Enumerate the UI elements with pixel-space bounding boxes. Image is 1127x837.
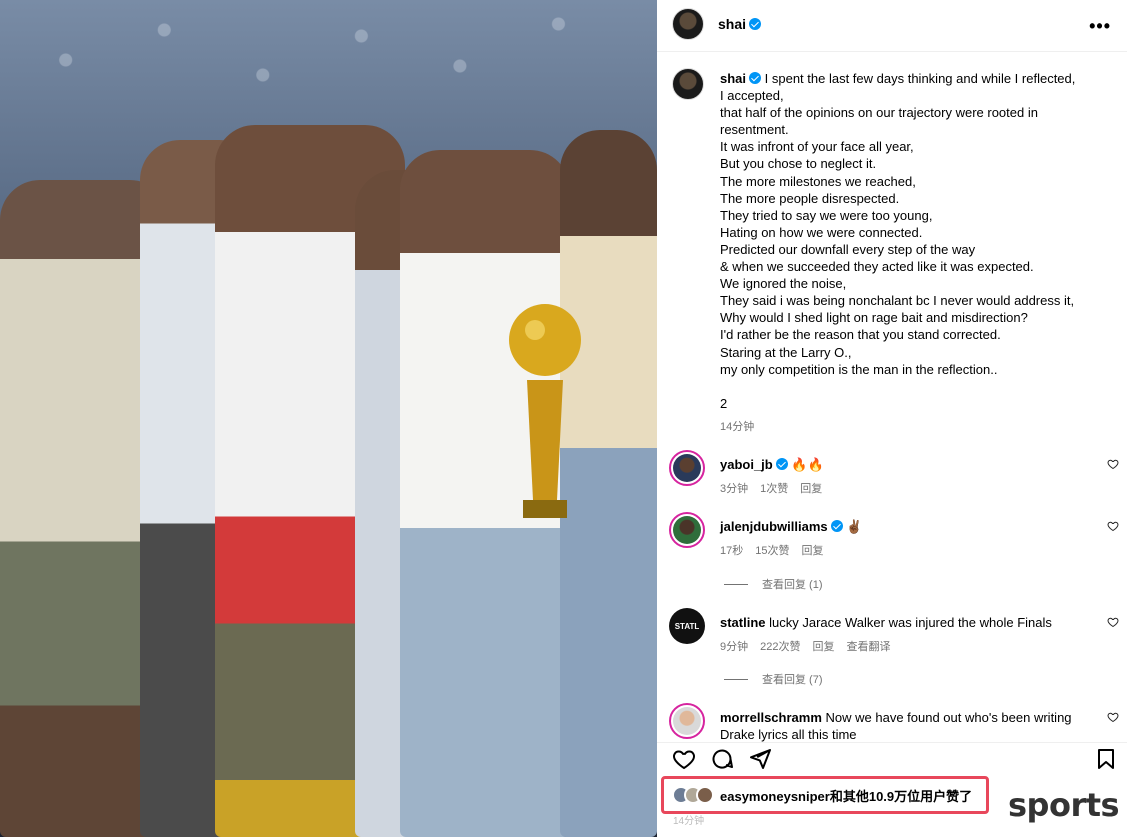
post-panel: shai ••• shai I spent the last few days … [657,0,1127,837]
post-actions [657,742,1127,774]
view-replies-button[interactable]: 查看回复 (7) [724,671,823,687]
comment-text: lucky Jarace Walker was injured the whol… [769,615,1052,630]
likes-text[interactable]: easymoneysniper和其他10.9万位用户赞了 [720,786,972,805]
comment: jalenjdubwilliams ✌🏾 17秒 15次赞 回复 [669,512,1119,562]
view-replies-button[interactable]: 查看回复 (1) [724,576,823,592]
comment-likes[interactable]: 1次赞 [760,483,788,495]
verified-icon [749,18,762,30]
comment-icon[interactable] [710,747,734,771]
liker-avatar [696,786,714,804]
trophy [505,300,585,520]
verified-icon [830,520,843,532]
reply-button[interactable]: 回复 [802,545,824,557]
verified-icon [775,458,788,470]
commenter-username[interactable]: jalenjdubwilliams [720,519,828,534]
heart-icon[interactable] [672,747,696,771]
author-avatar[interactable] [672,8,704,40]
watermark-logo: sports [1008,786,1120,824]
commenter-avatar[interactable]: STATL [669,608,705,644]
more-options-icon[interactable]: ••• [1089,16,1111,37]
caption-text: shai I spent the last few days thinking … [720,71,1076,377]
post-photo[interactable] [0,0,657,837]
caption-username[interactable]: shai [720,71,746,86]
reply-button[interactable]: 回复 [812,641,834,653]
commenter-username[interactable]: statline [720,615,766,630]
like-comment-icon[interactable] [1107,711,1119,723]
reply-divider [724,583,748,585]
comment: morrellschramm Now we have found out who… [669,703,1119,742]
like-comment-icon[interactable] [1107,520,1119,532]
commenter-avatar[interactable] [669,450,705,486]
comment-time: 17秒 [720,545,744,557]
comment-time: 9分钟 [720,641,749,653]
likes-summary[interactable]: easymoneysniper和其他10.9万位用户赞了 [661,776,989,814]
caption-number: 2 [720,396,728,411]
share-icon[interactable] [748,747,772,771]
translate-button[interactable]: 查看翻译 [846,641,890,653]
like-comment-icon[interactable] [1107,616,1119,628]
comment-text: 🔥🔥 [791,457,824,472]
commenter-avatar[interactable] [669,703,705,739]
caption-timestamp: 14分钟 [720,421,755,433]
verified-icon [749,72,762,84]
comment-text: ✌🏾 [846,519,863,534]
author-username[interactable]: shai [718,16,762,32]
comment: yaboi_jb 🔥🔥 3分钟 1次赞 回复 [669,450,1119,500]
comment-likes[interactable]: 222次赞 [760,641,800,653]
caption-avatar[interactable] [672,68,704,100]
reply-divider [724,678,748,680]
post-timestamp: 14分钟 [673,816,705,827]
comment-likes[interactable]: 15次赞 [755,545,789,557]
comment: STATL statline lucky Jarace Walker was i… [669,608,1119,658]
comment-time: 3分钟 [720,483,749,495]
post-header: shai ••• [657,0,1127,52]
reply-button[interactable]: 回复 [800,483,822,495]
commenter-username[interactable]: morrellschramm [720,710,822,725]
like-comment-icon[interactable] [1107,458,1119,470]
bookmark-icon[interactable] [1094,747,1118,771]
commenter-username[interactable]: yaboi_jb [720,457,773,472]
commenter-avatar[interactable] [669,512,705,548]
